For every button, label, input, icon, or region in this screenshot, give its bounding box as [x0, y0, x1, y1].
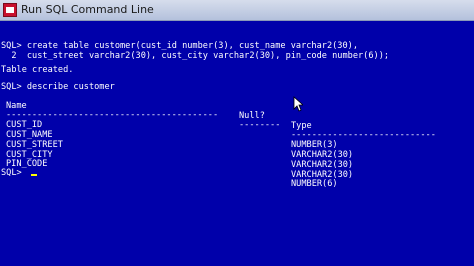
console-line: Table created.	[1, 65, 74, 75]
sql-prompt: SQL>	[1, 168, 22, 178]
table-row: CUST_STREET VARCHAR2(30)	[1, 130, 471, 170]
table-row: CUST_NAME VARCHAR2(30)	[1, 120, 471, 160]
table-row: CUST_ID NUMBER(3)	[1, 110, 471, 150]
console-line: SQL> create table customer(cust_id numbe…	[1, 41, 358, 51]
row-type: VARCHAR2(30)	[291, 160, 354, 170]
sqlplus-app-icon[interactable]	[3, 3, 17, 17]
describe-separator-row: ----------------------------------------…	[1, 100, 471, 140]
mouse-pointer-icon	[293, 96, 303, 112]
table-row: PIN_CODE NUMBER(6)	[1, 149, 471, 189]
row-type: NUMBER(6)	[291, 179, 338, 189]
text-cursor	[31, 174, 37, 176]
title-bar[interactable]: Run SQL Command Line	[0, 0, 474, 21]
sqlplus-window: Run SQL Command Line SQL> create table c…	[0, 0, 474, 266]
console-area[interactable]: SQL> create table customer(cust_id numbe…	[0, 21, 474, 266]
window-title: Run SQL Command Line	[21, 3, 154, 16]
console-line: 2 cust_street varchar2(30), cust_city va…	[1, 51, 390, 61]
